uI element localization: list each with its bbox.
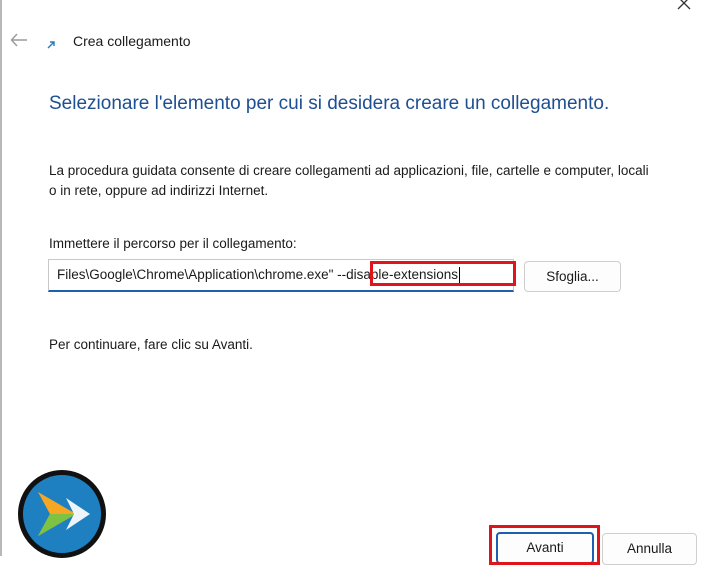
browse-button[interactable]: Sfoglia... <box>524 261 621 292</box>
next-highlight-box <box>489 525 600 565</box>
window-left-edge <box>0 0 2 556</box>
shortcut-arrow-icon <box>47 41 55 49</box>
brand-logo <box>18 470 106 558</box>
back-button[interactable] <box>8 30 30 50</box>
wizard-title: Crea collegamento <box>73 33 191 49</box>
page-description: La procedura guidata consente di creare … <box>49 163 649 198</box>
continue-hint: Per continuare, fare clic su Avanti. <box>49 337 253 352</box>
close-icon <box>677 0 691 10</box>
path-field-label: Immettere il percorso per il collegament… <box>49 236 297 251</box>
close-button[interactable] <box>675 0 693 12</box>
argument-highlight-box <box>370 261 516 286</box>
back-arrow-icon <box>10 33 27 47</box>
cancel-button[interactable]: Annulla <box>602 533 697 565</box>
page-heading: Selezionare l'elemento per cui si deside… <box>49 93 610 114</box>
